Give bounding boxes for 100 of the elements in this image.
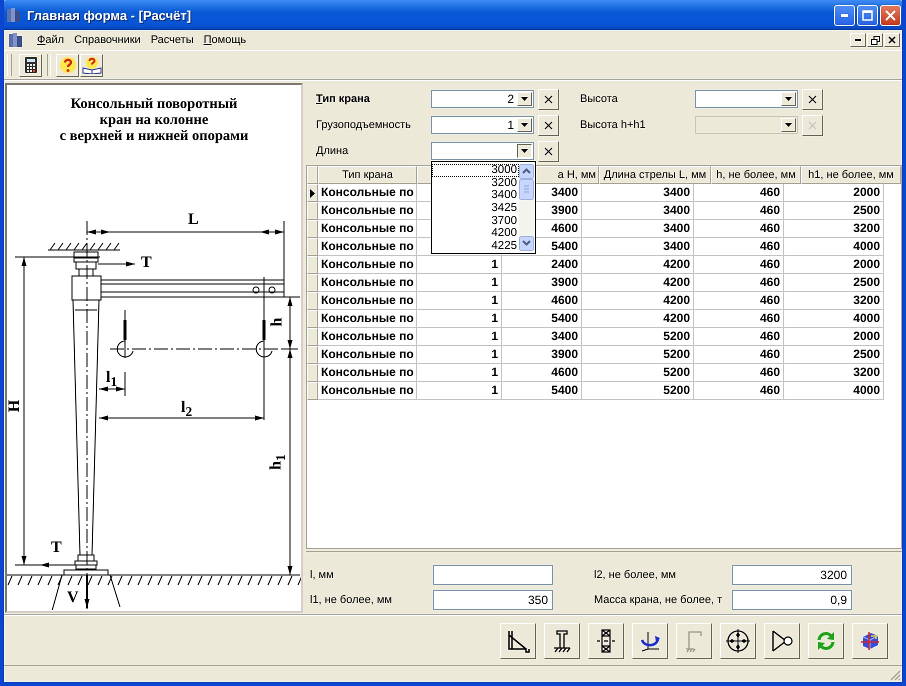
table-cell: 2500 (784, 202, 884, 220)
resize-grip-icon (889, 669, 901, 681)
dropdown-field[interactable] (695, 90, 798, 108)
cube-icon (859, 630, 881, 652)
close-icon (808, 94, 817, 104)
table-cell: Консольные по (318, 328, 417, 346)
tool-button[interactable] (632, 622, 668, 658)
result-field[interactable]: 0,9 (732, 590, 852, 610)
table-cell: 3900 (502, 274, 582, 292)
bearing-icon (595, 628, 617, 652)
table-cell: 5200 (582, 364, 694, 382)
column-header[interactable]: Тип крана (318, 166, 417, 184)
table-cell: 2500 (784, 346, 884, 364)
result-field[interactable]: 350 (433, 590, 553, 610)
books-icon (8, 32, 24, 48)
result-field[interactable]: 3200 (732, 564, 852, 584)
filter-label: Грузоподъемность (316, 119, 412, 131)
dimension-label: T (51, 540, 62, 556)
dropdown-arrow-icon (521, 97, 528, 101)
maximize-button[interactable] (857, 4, 878, 26)
help-book-button[interactable] (80, 54, 103, 76)
books-icon (6, 7, 22, 23)
row-indicator[interactable] (307, 184, 318, 202)
table-cell: 2400 (502, 256, 582, 274)
axes-icon (639, 630, 661, 652)
help-icon (58, 56, 76, 74)
list-option[interactable]: 3700 (432, 214, 519, 228)
maximize-icon (862, 10, 873, 20)
table-cell: Консольные по (318, 274, 417, 292)
filter-label: Тип крана (316, 93, 371, 105)
menu-item[interactable]: Справочники (69, 34, 146, 46)
clear-button[interactable] (538, 88, 559, 110)
dimension-label: l$_{1}$ (106, 370, 118, 390)
list-option[interactable]: 4225 (432, 240, 519, 253)
column-icon (551, 628, 573, 652)
scheme-title: Консольный поворотный кран на колонне с верхней и нижней опорами (58, 95, 250, 144)
tool-button[interactable] (500, 622, 536, 658)
table-cell: Консольные по (318, 346, 417, 364)
table-cell: Консольные по (318, 256, 417, 274)
dropdown-arrow-icon (785, 123, 792, 127)
scrollbar[interactable] (519, 164, 534, 251)
column-header[interactable]: Длина стрелы L, мм (599, 166, 711, 184)
table-cell: 2500 (784, 274, 884, 292)
table-cell: 3400 (582, 184, 694, 202)
help-button[interactable] (56, 54, 79, 76)
calculator-button[interactable] (19, 54, 42, 76)
table-cell: 4600 (502, 292, 582, 310)
column-header[interactable]: h, не более, мм (711, 166, 801, 184)
close-icon (888, 36, 896, 44)
table-cell: 460 (694, 238, 784, 256)
window-title: Главная форма - [Расчёт] (27, 8, 192, 22)
result-label: l1, не более, мм (310, 594, 393, 606)
tool-button[interactable] (764, 622, 800, 658)
dimension-label: h (269, 318, 286, 326)
restore-button[interactable] (867, 33, 883, 47)
table-cell: 5400 (502, 310, 582, 328)
dropdown-arrow-icon (785, 97, 792, 101)
table-cell: 2000 (784, 184, 884, 202)
tool-button[interactable] (852, 622, 888, 658)
clear-button[interactable] (538, 140, 559, 162)
table-cell: 460 (694, 184, 784, 202)
tool-button[interactable] (720, 622, 756, 658)
close-icon (885, 10, 896, 20)
table-cell: 1 (417, 382, 502, 400)
table-cell: 3200 (784, 364, 884, 382)
table-cell: 2000 (784, 256, 884, 274)
close-button[interactable] (884, 33, 900, 47)
table-cell: 4200 (582, 292, 694, 310)
table-cell: 3200 (784, 292, 884, 310)
table-cell: 4600 (502, 364, 582, 382)
table-cell: 460 (694, 220, 784, 238)
clear-button[interactable] (538, 114, 559, 136)
close-icon (808, 120, 817, 130)
result-field[interactable] (433, 564, 553, 584)
close-icon (544, 146, 553, 156)
menu-item[interactable]: Помощь (198, 34, 252, 46)
minimize-button[interactable] (850, 33, 866, 47)
list-option[interactable]: 3400 (432, 189, 519, 202)
menu-item[interactable]: Файл (32, 34, 70, 46)
table-cell: 1 (417, 274, 502, 292)
dimension-label: L (188, 212, 199, 228)
filter-label: Длина (316, 145, 350, 157)
result-label: Масса крана, не более, т (594, 594, 724, 606)
table-cell: Консольные по (318, 382, 417, 400)
list-option[interactable]: 3425 (432, 202, 519, 215)
menu-item[interactable]: Расчеты (146, 34, 199, 46)
result-label: l, мм (310, 568, 335, 580)
table-cell: 1 (417, 292, 502, 310)
dropdown-field[interactable]: 1 (431, 116, 534, 134)
table-cell: 460 (694, 274, 784, 292)
result-label: l2, не более, мм (594, 568, 677, 580)
list-option[interactable]: 4200 (432, 227, 519, 240)
dropdown-arrow-icon (521, 149, 528, 153)
dropdown-field[interactable]: 2 (431, 90, 534, 108)
table-cell: 4200 (582, 310, 694, 328)
column-header[interactable]: h1, не более, мм (801, 166, 901, 184)
tool-button[interactable] (544, 622, 580, 658)
clear-button[interactable] (802, 88, 823, 110)
tool-button[interactable] (588, 622, 624, 658)
table-cell: 3200 (784, 220, 884, 238)
